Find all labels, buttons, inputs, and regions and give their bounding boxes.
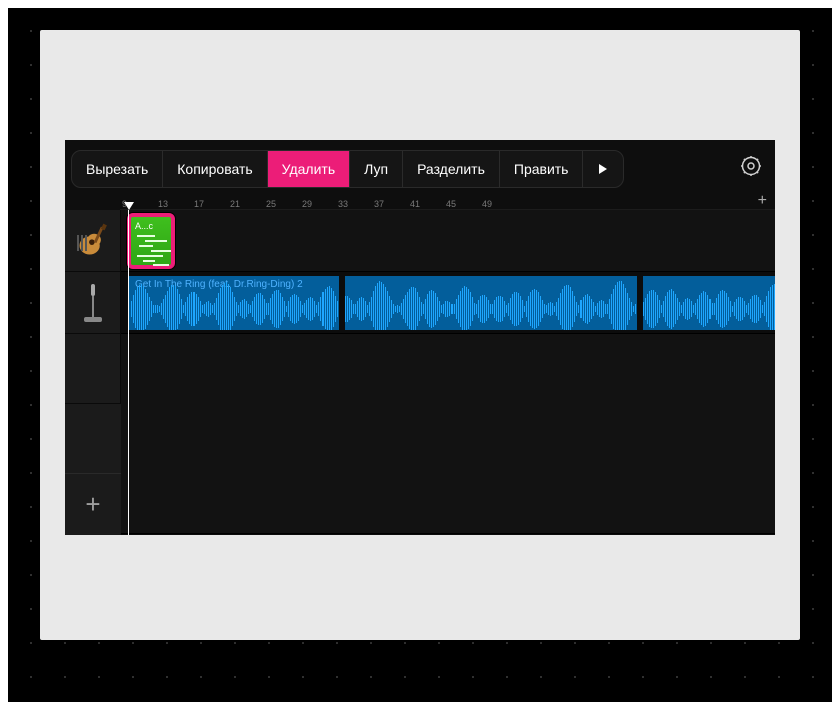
cut-button[interactable]: Вырезать xyxy=(72,151,163,187)
midi-clip-label: A...c xyxy=(135,221,167,231)
track-lane-2[interactable]: Get In The Ring (feat. Dr.Ring-Ding) 2 xyxy=(121,272,775,334)
ruler-tick: 13 xyxy=(156,199,192,209)
ruler-tick: 25 xyxy=(264,199,300,209)
ruler-tick: 29 xyxy=(300,199,336,209)
delete-button[interactable]: Удалить xyxy=(268,151,350,187)
track-header-guitar[interactable] xyxy=(65,210,121,272)
add-track-button[interactable]: + xyxy=(65,473,121,535)
context-menu: Вырезать Копировать Удалить Луп Разделит… xyxy=(71,150,624,188)
midi-clip-selected[interactable]: A...c xyxy=(127,213,175,269)
screenshot-card: Вырезать Копировать Удалить Луп Разделит… xyxy=(40,30,800,640)
timeline-ruler[interactable]: 9 13 17 21 25 29 33 37 41 45 49 xyxy=(120,192,775,210)
context-toolbar: Вырезать Копировать Удалить Луп Разделит… xyxy=(65,147,775,191)
track-lane-3[interactable] xyxy=(121,334,775,534)
gear-icon xyxy=(739,154,763,178)
timeline-lanes[interactable]: A...c Get In The xyxy=(121,210,775,535)
plus-icon: + xyxy=(85,489,100,520)
track-lane-1[interactable]: A...c xyxy=(121,210,775,272)
add-section-button[interactable]: + xyxy=(758,192,767,210)
delete-label: Удалить xyxy=(282,161,335,177)
microphone-icon xyxy=(89,284,97,322)
track-header-mic[interactable] xyxy=(65,272,121,334)
ruler-tick: 33 xyxy=(336,199,372,209)
edit-label: Править xyxy=(514,161,569,177)
midi-notes-icon xyxy=(135,233,167,261)
ruler-tick: 37 xyxy=(372,199,408,209)
copy-label: Копировать xyxy=(177,161,252,177)
loop-button[interactable]: Луп xyxy=(350,151,403,187)
split-button[interactable]: Разделить xyxy=(403,151,500,187)
ruler-tick: 21 xyxy=(228,199,264,209)
ruler-tick: 49 xyxy=(480,199,516,209)
daw-app-window: Вырезать Копировать Удалить Луп Разделит… xyxy=(65,140,775,535)
waveform-icon xyxy=(129,291,775,327)
cut-label: Вырезать xyxy=(86,161,148,177)
playhead[interactable] xyxy=(128,210,129,535)
split-label: Разделить xyxy=(417,161,485,177)
plus-icon: + xyxy=(758,192,767,209)
grip-icon xyxy=(77,235,87,251)
copy-button[interactable]: Копировать xyxy=(163,151,267,187)
play-triangle-icon xyxy=(599,164,607,174)
more-button[interactable] xyxy=(583,151,623,187)
clip-split-gap xyxy=(637,276,643,330)
edit-button[interactable]: Править xyxy=(500,151,584,187)
loop-label: Луп xyxy=(364,161,388,177)
ruler-tick: 41 xyxy=(408,199,444,209)
ruler-tick: 17 xyxy=(192,199,228,209)
page-root: Вырезать Копировать Удалить Луп Разделит… xyxy=(0,0,840,710)
track-header-empty[interactable] xyxy=(65,334,121,404)
track-header-column: + xyxy=(65,210,121,535)
clip-split-gap xyxy=(339,276,345,330)
settings-button[interactable] xyxy=(737,152,765,180)
ruler-tick: 45 xyxy=(444,199,480,209)
audio-clip[interactable]: Get In The Ring (feat. Dr.Ring-Ding) 2 xyxy=(129,276,775,330)
